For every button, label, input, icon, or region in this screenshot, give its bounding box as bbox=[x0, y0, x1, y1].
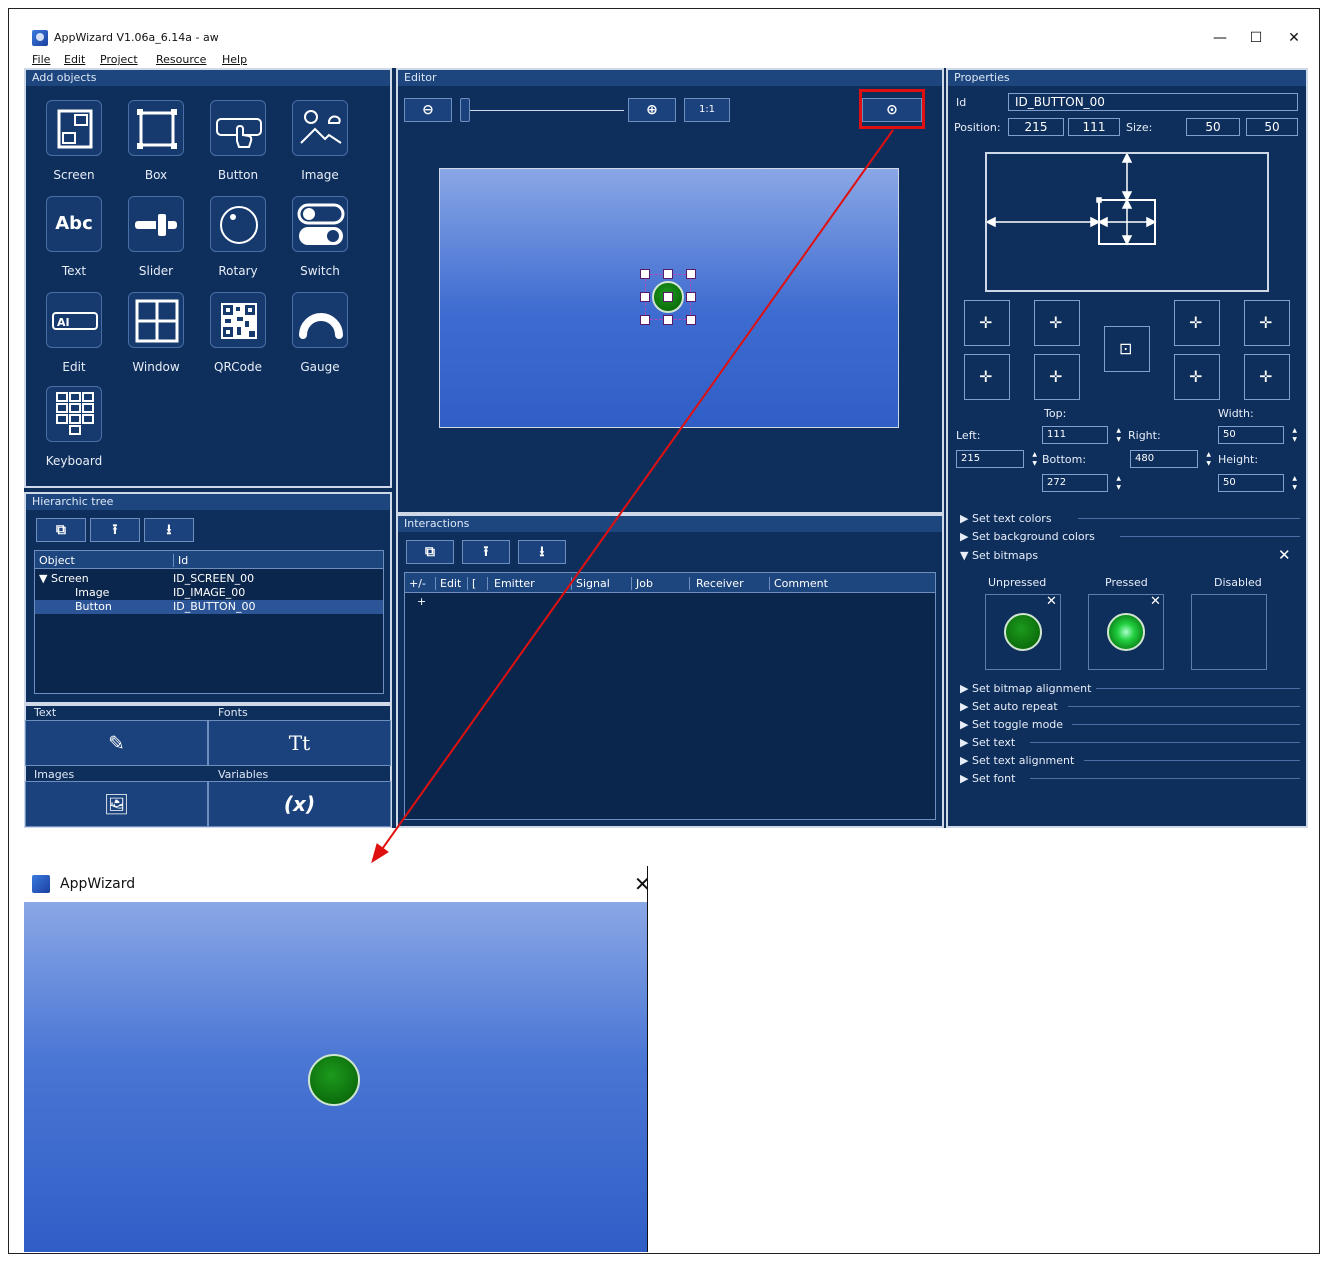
app-icon bbox=[32, 875, 50, 893]
preview-close-button[interactable]: ✕ bbox=[634, 872, 651, 896]
preview-canvas bbox=[24, 902, 648, 1252]
preview-title-bar: AppWizard ✕ bbox=[24, 866, 651, 902]
preview-button[interactable] bbox=[308, 1054, 360, 1106]
preview-title: AppWizard bbox=[60, 876, 136, 892]
preview-border bbox=[647, 866, 648, 902]
